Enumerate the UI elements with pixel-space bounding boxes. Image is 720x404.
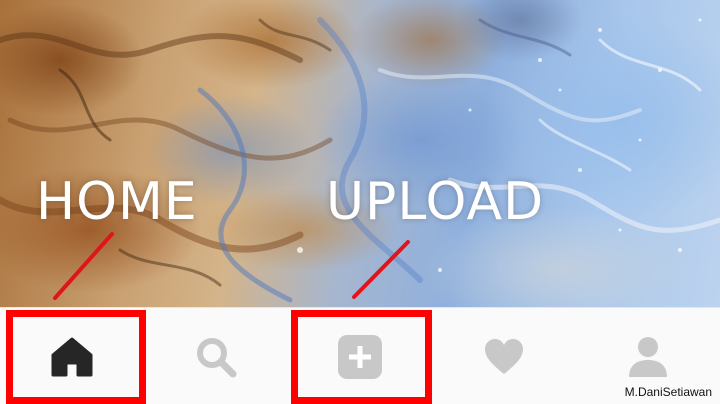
nav-likes-button[interactable] <box>432 308 576 404</box>
nav-home-button[interactable] <box>0 308 144 404</box>
search-icon <box>197 337 237 377</box>
marble-texture <box>0 17 720 303</box>
home-icon <box>51 337 93 376</box>
upload-annotation-label: UPLOAD <box>326 172 545 232</box>
bottom-navigation-bar: M.DaniSetiawan <box>0 307 720 404</box>
person-icon <box>629 336 667 377</box>
author-watermark: M.DaniSetiawan <box>624 385 712 399</box>
nav-search-button[interactable] <box>144 308 288 404</box>
nav-upload-button[interactable] <box>288 308 432 404</box>
plus-square-icon <box>338 334 382 379</box>
heart-icon <box>485 338 523 374</box>
home-annotation-label: HOME <box>36 172 198 232</box>
screenshot-frame: HOME UPLOAD M.DaniSetiawan <box>0 0 720 404</box>
